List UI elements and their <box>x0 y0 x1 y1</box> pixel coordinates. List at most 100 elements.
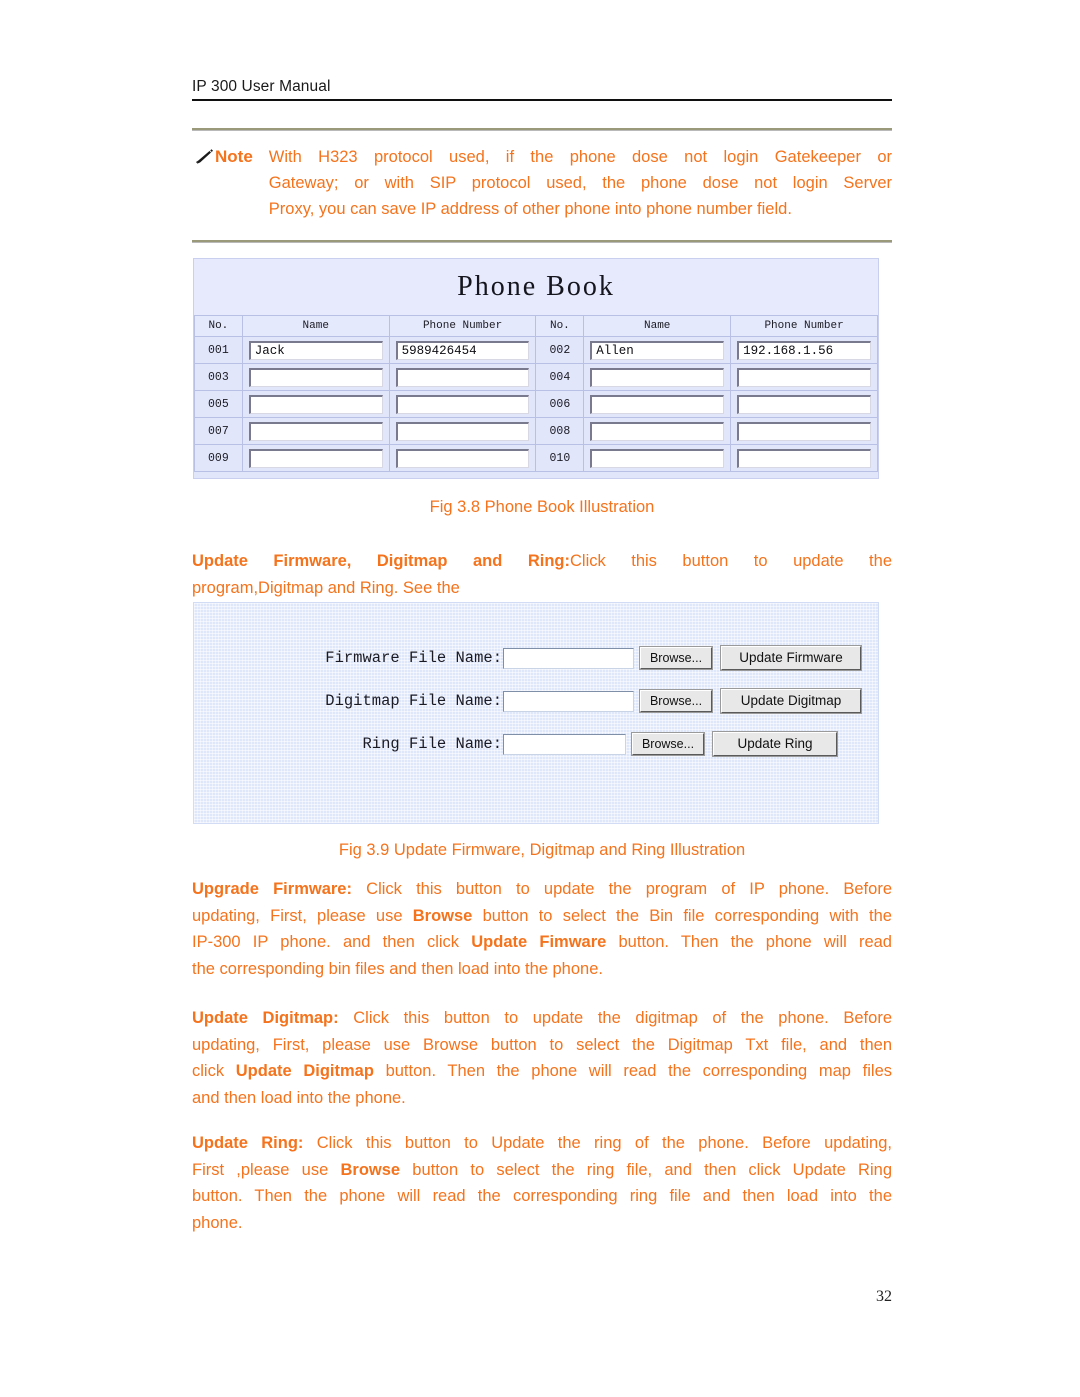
note-line-2: Gateway; or with SIP protocol used, the … <box>268 174 892 192</box>
paragraph-upgrade-firmware: Upgrade Firmware: Click this button to u… <box>192 876 892 982</box>
table-row: 005 006 <box>194 390 878 418</box>
note-bottom-divider <box>192 240 892 243</box>
column-header-phone-right: Phone Number <box>730 315 878 337</box>
browse-bold-2: Browse <box>340 1160 401 1179</box>
phone-input[interactable] <box>395 394 530 414</box>
upgrade-firmware-t2b: button to select the Bin file correspond… <box>472 906 892 925</box>
upgrade-firmware-t4: the corresponding bin files and then loa… <box>192 959 603 978</box>
phone-input[interactable] <box>395 448 530 468</box>
note-block: Note With H323 protocol used, if the pho… <box>192 144 892 222</box>
update-fimware-bold: Update Fimware <box>471 933 607 951</box>
header-rule <box>192 99 892 101</box>
update-digitmap-t4: and then load into the phone. <box>192 1088 406 1107</box>
browse-bold-1: Browse <box>412 906 473 925</box>
ring-file-label: Ring File Name: <box>362 735 502 753</box>
name-input[interactable] <box>590 394 725 414</box>
ring-file-input[interactable] <box>503 733 626 755</box>
note-line-3: Proxy, you can save IP address of other … <box>268 200 792 218</box>
paragraph-update-ring: Update Ring: Click this button to Update… <box>192 1130 892 1236</box>
phone-input[interactable] <box>395 367 530 387</box>
update-digitmap-t3a: click <box>192 1062 236 1080</box>
note-text: With H323 protocol used, if the phone do… <box>269 144 892 222</box>
entry-no: 004 <box>535 363 585 391</box>
name-input[interactable] <box>590 367 725 387</box>
table-row: 007 008 <box>194 417 878 445</box>
running-title: IP 300 User Manual <box>192 78 331 95</box>
column-header-no-right: No. <box>535 315 585 337</box>
table-row: 001 Jack 5989426454 002 Allen 192.168.1.… <box>194 336 878 364</box>
update-ring-button[interactable]: Update Ring <box>712 731 838 757</box>
update-ring-t2b: button to select the ring file, and then… <box>400 1160 892 1179</box>
figure-caption-3-9: Fig 3.9 Update Firmware, Digitmap and Ri… <box>338 841 746 859</box>
upgrade-firmware-t3a: IP-300 IP phone. and then click <box>192 933 472 951</box>
name-input[interactable] <box>248 367 383 387</box>
note-line-1: With H323 protocol used, if the phone do… <box>268 148 892 166</box>
phone-book-screenshot: Phone Book No. Name Phone Number No. Nam… <box>193 258 879 479</box>
entry-no: 001 <box>194 336 243 364</box>
entry-no: 005 <box>194 390 243 418</box>
firmware-row: Firmware File Name: Browse... Update Fir… <box>290 645 862 671</box>
upgrade-firmware-t2a: updating, First, please use <box>192 906 413 925</box>
phone-input[interactable]: 5989426454 <box>395 340 530 360</box>
update-ring-t2a: First ,please use <box>192 1160 341 1179</box>
entry-no: 010 <box>535 444 585 472</box>
page-number: 32 <box>876 1288 892 1305</box>
entry-no: 007 <box>194 417 243 445</box>
note-top-divider <box>192 128 892 131</box>
document-header: IP 300 User Manual <box>192 78 892 101</box>
name-input[interactable] <box>590 421 725 441</box>
table-row: 009 010 <box>194 444 878 472</box>
update-ring-t1: Click this button to Update the ring of … <box>303 1134 892 1152</box>
update-digitmap-button[interactable]: Update Digitmap <box>720 688 862 714</box>
entry-no: 009 <box>194 444 243 472</box>
pencil-icon <box>192 147 214 167</box>
document-page: IP 300 User Manual Note With H323 protoc… <box>0 0 1080 1397</box>
phone-book-table: No. Name Phone Number No. Name Phone Num… <box>194 315 878 472</box>
figure-caption-3-8: Fig 3.8 Phone Book Illustration <box>429 498 655 516</box>
entry-no: 002 <box>535 336 585 364</box>
table-row: 003 004 <box>194 363 878 391</box>
entry-no: 008 <box>535 417 585 445</box>
update-firmware-button[interactable]: Update Firmware <box>720 645 862 671</box>
browse-firmware-button[interactable]: Browse... <box>639 646 713 670</box>
phone-book-title: Phone Book <box>194 259 878 315</box>
digitmap-row: Digitmap File Name: Browse... Update Dig… <box>290 688 862 714</box>
upgrade-firmware-t1: Click this button to update the program … <box>351 880 892 898</box>
browse-digitmap-button[interactable]: Browse... <box>639 689 713 713</box>
update-digitmap-bold: Update Digitmap <box>235 1062 374 1080</box>
update-ring-t3: button. Then the phone will read the cor… <box>192 1187 892 1205</box>
firmware-update-screenshot: Firmware File Name: Browse... Update Fir… <box>193 602 879 824</box>
name-input[interactable] <box>590 448 725 468</box>
phone-input[interactable]: 192.168.1.56 <box>737 340 871 360</box>
ring-row: Ring File Name: Browse... Update Ring <box>290 731 838 757</box>
name-input[interactable]: Allen <box>590 340 725 360</box>
browse-ring-button[interactable]: Browse... <box>631 732 705 756</box>
upgrade-firmware-t3b: button. Then the phone will read <box>606 933 893 951</box>
column-header-name-right: Name <box>583 315 732 337</box>
phone-input[interactable] <box>737 394 871 414</box>
name-input[interactable] <box>248 394 383 414</box>
table-header-row: No. Name Phone Number No. Name Phone Num… <box>194 315 878 337</box>
upgrade-firmware-lead: Upgrade Firmware: <box>192 880 352 898</box>
phone-input[interactable] <box>737 448 871 468</box>
phone-input[interactable] <box>395 421 530 441</box>
intro-bold-lead: Update Firmware, Digitmap and Ring: <box>192 552 570 570</box>
update-digitmap-t3b: button. Then the phone will read the cor… <box>373 1062 892 1080</box>
digitmap-file-input[interactable] <box>503 690 634 712</box>
firmware-file-label: Firmware File Name: <box>325 649 502 667</box>
column-header-name-left: Name <box>241 315 390 337</box>
update-digitmap-t2: updating, First, please use Browse butto… <box>192 1035 892 1054</box>
note-label: Note <box>215 147 253 166</box>
name-input[interactable] <box>248 448 383 468</box>
column-header-no-left: No. <box>194 315 243 337</box>
phone-input[interactable] <box>737 367 871 387</box>
name-input[interactable] <box>248 421 383 441</box>
paragraph-update-intro: Update Firmware, Digitmap and Ring:Click… <box>192 548 892 601</box>
entry-no: 006 <box>535 390 585 418</box>
digitmap-file-label: Digitmap File Name: <box>325 692 502 710</box>
name-input[interactable]: Jack <box>248 340 383 360</box>
phone-input[interactable] <box>737 421 871 441</box>
firmware-file-input[interactable] <box>503 647 634 669</box>
entry-no: 003 <box>194 363 243 391</box>
update-ring-lead: Update Ring: <box>192 1134 304 1152</box>
